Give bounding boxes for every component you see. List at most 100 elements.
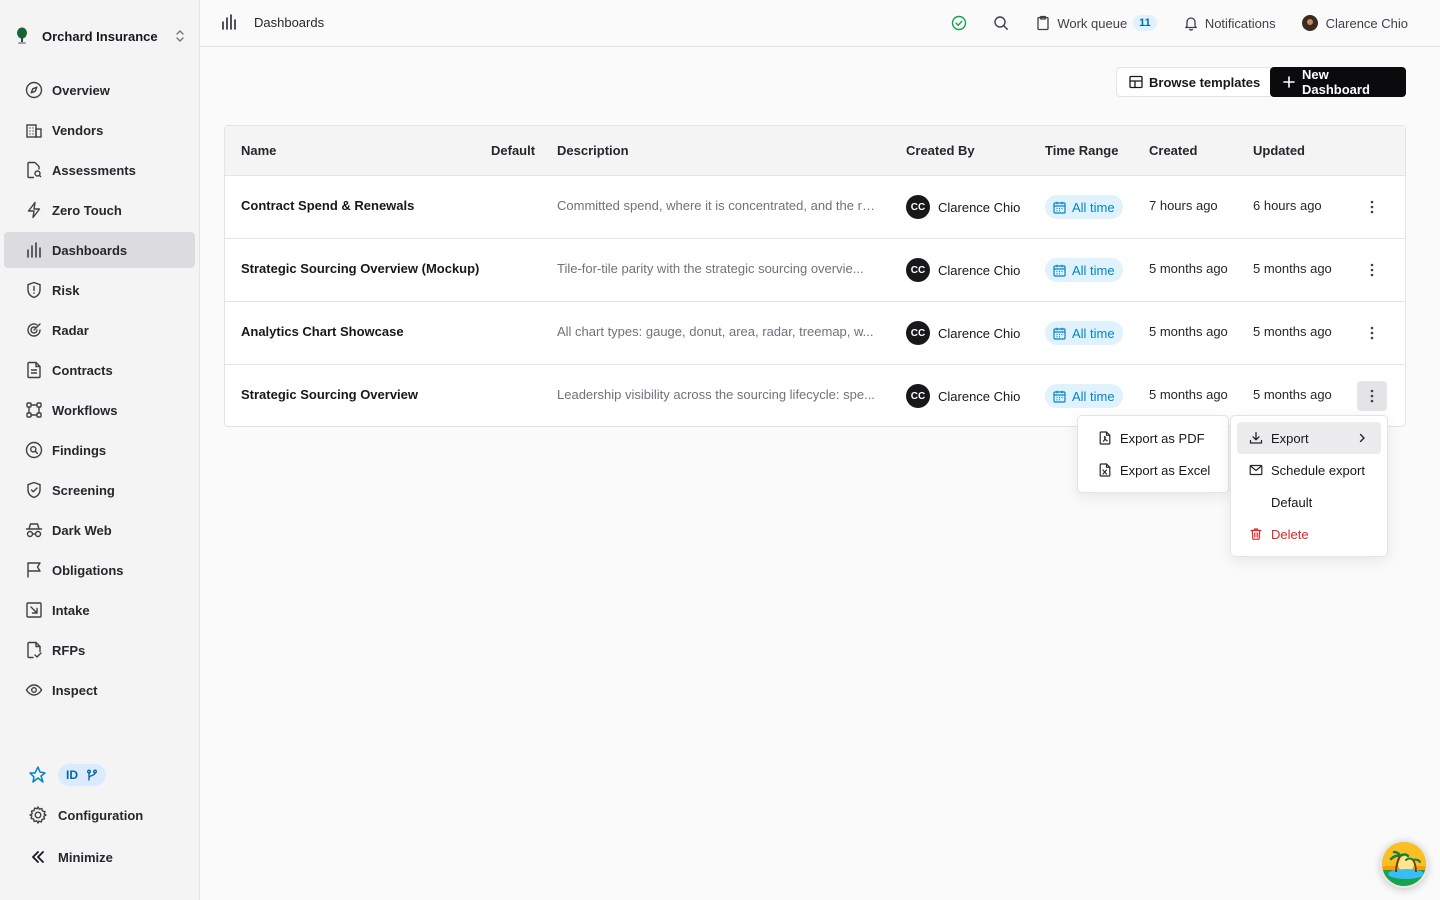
- work-queue-button[interactable]: Work queue 11: [1035, 15, 1157, 31]
- user-menu-button[interactable]: Clarence Chio: [1301, 15, 1408, 31]
- file-spreadsheet-icon: [1098, 463, 1112, 477]
- column-header-default[interactable]: Default: [491, 143, 535, 158]
- new-dashboard-button[interactable]: New Dashboard: [1270, 67, 1406, 97]
- export-pdf-menu-item[interactable]: Export as PDF: [1084, 422, 1222, 454]
- sidebar-item-inspect[interactable]: Inspect: [4, 672, 195, 708]
- dashboard-name[interactable]: Analytics Chart Showcase: [241, 324, 404, 339]
- breadcrumb: Dashboards: [220, 13, 324, 31]
- updated-at: 5 months ago: [1253, 387, 1332, 402]
- top-bar-actions: Work queue 11 Notifications Clarence Chi…: [925, 11, 1408, 35]
- sidebar-item-intake[interactable]: Intake: [4, 592, 195, 628]
- more-vertical-icon: [1370, 326, 1374, 340]
- sidebar-item-zero-touch[interactable]: Zero Touch: [4, 192, 195, 228]
- bar-chart-icon: [24, 240, 44, 260]
- table-row[interactable]: Contract Spend & Renewals Committed spen…: [225, 176, 1405, 239]
- user-name: Clarence Chio: [1325, 15, 1408, 31]
- identity-badge[interactable]: ID: [58, 764, 106, 786]
- configuration-button[interactable]: Configuration: [28, 805, 143, 825]
- sidebar-item-radar[interactable]: Radar: [4, 312, 195, 348]
- created-by: CC Clarence Chio: [906, 195, 1020, 219]
- dashboard-name[interactable]: Strategic Sourcing Overview (Mockup): [241, 261, 479, 276]
- time-range-label: All time: [1072, 325, 1115, 341]
- sidebar-item-rfps[interactable]: RFPs: [4, 632, 195, 668]
- row-actions-button[interactable]: [1357, 381, 1387, 411]
- bell-icon: [1183, 15, 1199, 31]
- shield-alert-icon: [24, 280, 44, 300]
- schedule-export-menu-item[interactable]: Schedule export: [1237, 454, 1381, 486]
- row-actions-menu: Export Schedule export Default Delete: [1230, 415, 1388, 557]
- sidebar-item-assessments[interactable]: Assessments: [4, 152, 195, 188]
- sparkle-badge-icon[interactable]: [28, 765, 48, 785]
- file-search-icon: [24, 160, 44, 180]
- sidebar-item-label: Intake: [52, 602, 90, 618]
- sidebar-item-label: Vendors: [52, 122, 104, 138]
- created-by: CC Clarence Chio: [906, 258, 1020, 282]
- sidebar-item-findings[interactable]: Findings: [4, 432, 195, 468]
- created-by: CC Clarence Chio: [906, 384, 1020, 408]
- column-header-description[interactable]: Description: [557, 143, 629, 158]
- dashboard-name[interactable]: Contract Spend & Renewals: [241, 198, 414, 213]
- assistant-launcher-button[interactable]: [1380, 840, 1428, 888]
- status-ok-button[interactable]: [951, 15, 967, 31]
- column-header-created-by[interactable]: Created By: [906, 143, 975, 158]
- creator-name: Clarence Chio: [938, 325, 1021, 341]
- sidebar-item-overview[interactable]: Overview: [4, 72, 195, 108]
- sidebar-item-workflows[interactable]: Workflows: [4, 392, 195, 428]
- more-vertical-icon: [1370, 200, 1374, 214]
- sidebar-item-risk[interactable]: Risk: [4, 272, 195, 308]
- radar-icon: [24, 320, 44, 340]
- creator-name: Clarence Chio: [938, 199, 1021, 215]
- column-header-time-range[interactable]: Time Range: [1045, 143, 1118, 158]
- time-range-badge: All time: [1045, 321, 1123, 345]
- row-actions-button[interactable]: [1357, 255, 1387, 285]
- table-row[interactable]: Strategic Sourcing Overview (Mockup) Til…: [225, 239, 1405, 302]
- zap-icon: [24, 200, 44, 220]
- export-menu-item[interactable]: Export: [1237, 422, 1381, 454]
- notifications-button[interactable]: Notifications: [1183, 15, 1276, 31]
- column-header-created[interactable]: Created: [1149, 143, 1197, 158]
- row-actions-button[interactable]: [1357, 192, 1387, 222]
- workflow-icon: [24, 400, 44, 420]
- org-switcher[interactable]: Orchard Insurance: [12, 22, 188, 50]
- search-button[interactable]: [993, 15, 1009, 31]
- column-header-updated[interactable]: Updated: [1253, 143, 1305, 158]
- creator-avatar: CC: [906, 384, 930, 408]
- delete-menu-item[interactable]: Delete: [1237, 518, 1381, 550]
- compass-icon: [24, 80, 44, 100]
- dashboard-description: Tile-for-tile parity with the strategic …: [557, 261, 864, 276]
- sidebar-item-dashboards[interactable]: Dashboards: [4, 232, 195, 268]
- chevrons-left-icon: [28, 847, 48, 867]
- row-actions-button[interactable]: [1357, 318, 1387, 348]
- created-at: 7 hours ago: [1149, 198, 1218, 213]
- export-pdf-label: Export as PDF: [1120, 430, 1205, 446]
- dashboard-name[interactable]: Strategic Sourcing Overview: [241, 387, 418, 402]
- file-text-icon: [24, 360, 44, 380]
- check-circle-icon: [951, 15, 967, 31]
- chevron-right-icon: [1355, 431, 1369, 445]
- browse-templates-button[interactable]: Browse templates: [1116, 67, 1274, 97]
- export-excel-menu-item[interactable]: Export as Excel: [1084, 454, 1222, 486]
- more-vertical-icon: [1370, 389, 1374, 403]
- sidebar-item-label: Radar: [52, 322, 89, 338]
- sidebar: Orchard Insurance Overview Vendors Asses…: [0, 0, 200, 900]
- sidebar-item-obligations[interactable]: Obligations: [4, 552, 195, 588]
- sidebar-item-label: Findings: [52, 442, 107, 458]
- creator-name: Clarence Chio: [938, 262, 1021, 278]
- minimize-label: Minimize: [58, 849, 113, 865]
- mail-icon: [1249, 463, 1263, 477]
- minimize-button[interactable]: Minimize: [28, 847, 113, 867]
- creator-avatar: CC: [906, 195, 930, 219]
- sidebar-item-dark-web[interactable]: Dark Web: [4, 512, 195, 548]
- sidebar-item-label: Contracts: [52, 362, 113, 378]
- calendar-icon: [1053, 201, 1066, 214]
- dashboard-description: Leadership visibility across the sourcin…: [557, 387, 875, 402]
- sidebar-item-label: RFPs: [52, 642, 86, 658]
- sidebar-item-vendors[interactable]: Vendors: [4, 112, 195, 148]
- dashboards-table: Name Default Description Created By Time…: [224, 125, 1406, 427]
- column-header-name[interactable]: Name: [241, 143, 276, 158]
- sidebar-item-screening[interactable]: Screening: [4, 472, 195, 508]
- set-default-menu-item[interactable]: Default: [1237, 486, 1381, 518]
- sidebar-item-contracts[interactable]: Contracts: [4, 352, 195, 388]
- top-bar: Dashboards Work queue 11 Notifications C…: [200, 0, 1440, 47]
- table-row[interactable]: Analytics Chart Showcase All chart types…: [225, 302, 1405, 365]
